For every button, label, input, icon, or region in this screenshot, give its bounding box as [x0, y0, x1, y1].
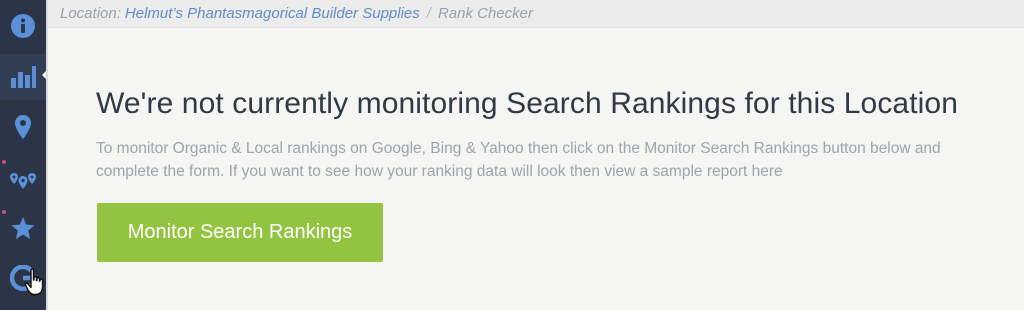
breadcrumb-location-link[interactable]: Helmut’s Phantasmagorical Builder Suppli… — [125, 5, 420, 22]
breadcrumb-current-page: Rank Checker — [437, 5, 533, 22]
sidebar-item-rankings[interactable] — [0, 54, 46, 100]
info-icon — [11, 14, 35, 38]
sidebar-item-google[interactable] — [0, 255, 46, 301]
star-icon — [11, 217, 35, 239]
google-g-icon — [10, 265, 36, 291]
breadcrumb-location-label: Location: — [60, 5, 121, 22]
page-title: We're not currently monitoring Search Ra… — [96, 87, 958, 120]
sidebar-item-citations[interactable] — [0, 154, 46, 200]
breadcrumb-separator: / — [426, 5, 431, 22]
sidebar-item-info[interactable] — [0, 3, 46, 49]
main-content: We're not currently monitoring Search Ra… — [48, 29, 1024, 310]
monitor-search-rankings-button[interactable]: Monitor Search Rankings — [97, 203, 383, 262]
breadcrumb: Location: Helmut’s Phantasmagorical Buil… — [48, 0, 1024, 28]
bar-chart-icon — [11, 66, 36, 88]
description-text: To monitor Organic & Local rankings on G… — [96, 140, 941, 180]
sidebar-item-location[interactable] — [0, 104, 46, 150]
app: Location: Helmut’s Phantasmagorical Buil… — [0, 0, 1024, 310]
map-pin-icon — [15, 115, 31, 139]
sidebar — [0, 0, 49, 310]
sidebar-item-reviews[interactable] — [0, 205, 46, 251]
multi-pin-icon — [10, 173, 36, 189]
